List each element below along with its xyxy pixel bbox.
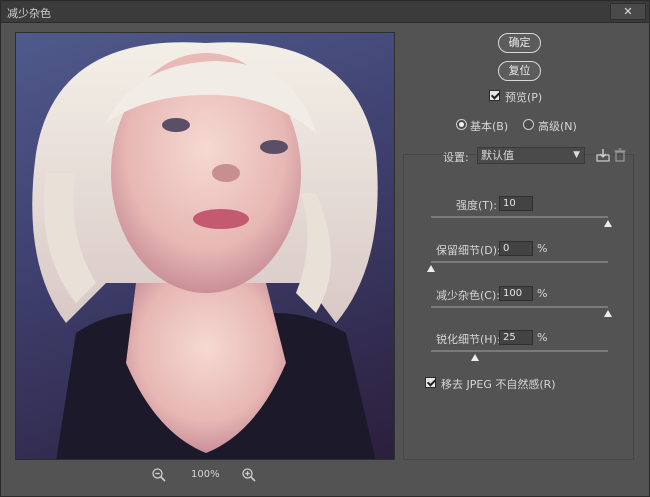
reduce-color-noise-input[interactable]: 100 — [499, 286, 533, 301]
chevron-down-icon: ▼ — [573, 150, 580, 160]
basic-mode-radio[interactable] — [456, 119, 467, 130]
strength-label: 强度(T): — [456, 199, 498, 212]
basic-mode-label: 基本(B) — [470, 120, 509, 133]
reduce-noise-dialog: 减少杂色 ✕ 100% 确定 复位 预览(P) 基本(B) 高级(N) 设置: … — [0, 0, 650, 497]
zoom-in-icon[interactable] — [241, 467, 257, 483]
sharpen-details-slider-track[interactable] — [431, 350, 608, 352]
close-button[interactable]: ✕ — [610, 3, 646, 20]
strength-slider-track[interactable] — [431, 216, 608, 218]
preserve-details-input[interactable]: 0 — [499, 241, 533, 256]
sharpen-details-slider-thumb[interactable] — [471, 354, 480, 361]
strength-slider-thumb[interactable] — [604, 220, 612, 227]
preserve-details-slider-thumb[interactable] — [427, 265, 435, 272]
remove-jpeg-artifact-label: 移去 JPEG 不自然感(R) — [441, 378, 556, 391]
sharpen-details-unit: % — [537, 331, 548, 344]
preview-label: 预览(P) — [505, 91, 543, 104]
preserve-details-slider-track[interactable] — [431, 261, 608, 263]
zoom-out-icon[interactable] — [151, 467, 167, 483]
portrait-photo — [32, 42, 378, 459]
sharpen-details-input[interactable]: 25 — [499, 330, 533, 345]
reduce-color-noise-slider-thumb[interactable] — [604, 310, 612, 317]
reduce-color-noise-slider-track[interactable] — [431, 306, 608, 308]
dialog-title: 减少杂色 — [7, 7, 51, 20]
reduce-color-noise-unit: % — [537, 287, 548, 300]
preserve-details-label: 保留细节(D): — [436, 244, 501, 257]
advanced-mode-radio[interactable] — [523, 119, 534, 130]
zoom-level: 100% — [191, 469, 220, 480]
advanced-mode-label: 高级(N) — [538, 120, 577, 133]
settings-value: 默认值 — [481, 149, 514, 162]
settings-dropdown[interactable]: 默认值 ▼ — [477, 147, 585, 164]
remove-jpeg-artifact-checkbox[interactable] — [425, 377, 436, 388]
reduce-color-noise-label: 减少杂色(C): — [436, 289, 500, 302]
delete-preset-icon[interactable] — [613, 148, 627, 162]
preserve-details-unit: % — [537, 242, 548, 255]
sharpen-details-label: 锐化细节(H): — [436, 333, 501, 346]
save-preset-icon[interactable] — [596, 148, 610, 162]
settings-label: 设置: — [443, 151, 469, 164]
preview-checkbox[interactable] — [489, 90, 500, 101]
title-bar[interactable]: 减少杂色 ✕ — [1, 1, 649, 23]
zoom-controls: 100% — [151, 467, 261, 483]
reset-button[interactable]: 复位 — [498, 61, 541, 81]
close-icon: ✕ — [623, 5, 633, 18]
preview-image[interactable] — [15, 32, 395, 460]
strength-input[interactable]: 10 — [499, 196, 533, 211]
ok-button[interactable]: 确定 — [498, 33, 541, 53]
